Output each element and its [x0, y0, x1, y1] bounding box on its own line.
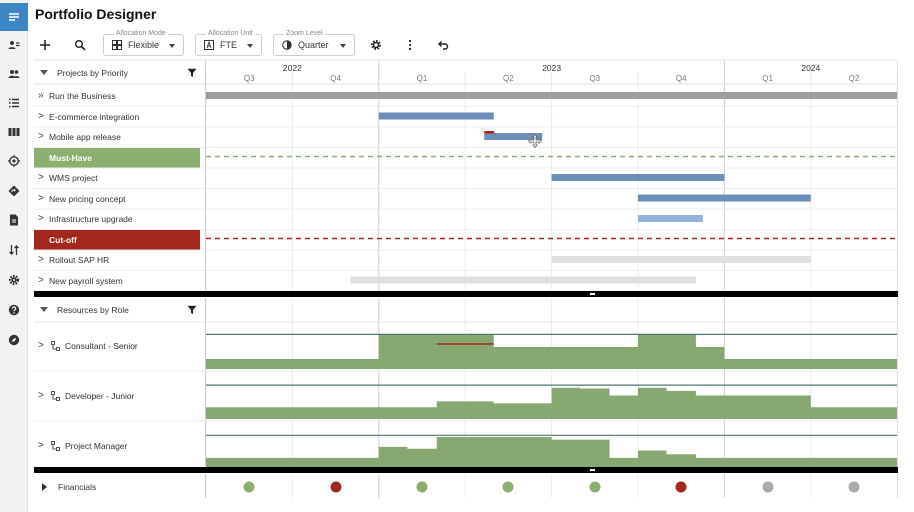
demand-area [206, 334, 897, 369]
section-splitter[interactable] [34, 467, 898, 473]
expand-caret-icon[interactable] [42, 483, 47, 491]
demand-area [206, 437, 897, 467]
portfolio-designer-app: Portfolio Designer Allocation Mode Flexi… [0, 0, 914, 512]
financial-status-dot[interactable] [502, 481, 514, 493]
resource-histograms [34, 321, 897, 470]
financial-status-dot[interactable] [330, 481, 342, 493]
financial-status-dot[interactable] [243, 481, 255, 493]
financials-row[interactable]: Financials [34, 477, 205, 497]
financial-status-dot[interactable] [762, 481, 774, 493]
financial-status-dot[interactable] [589, 481, 601, 493]
financial-status-dot[interactable] [848, 481, 860, 493]
splitter-grip[interactable] [590, 469, 595, 471]
demand-area [206, 387, 897, 419]
financials-label: Financials [58, 482, 97, 492]
financial-status-dot[interactable] [675, 481, 687, 493]
financial-status-dot[interactable] [416, 481, 428, 493]
